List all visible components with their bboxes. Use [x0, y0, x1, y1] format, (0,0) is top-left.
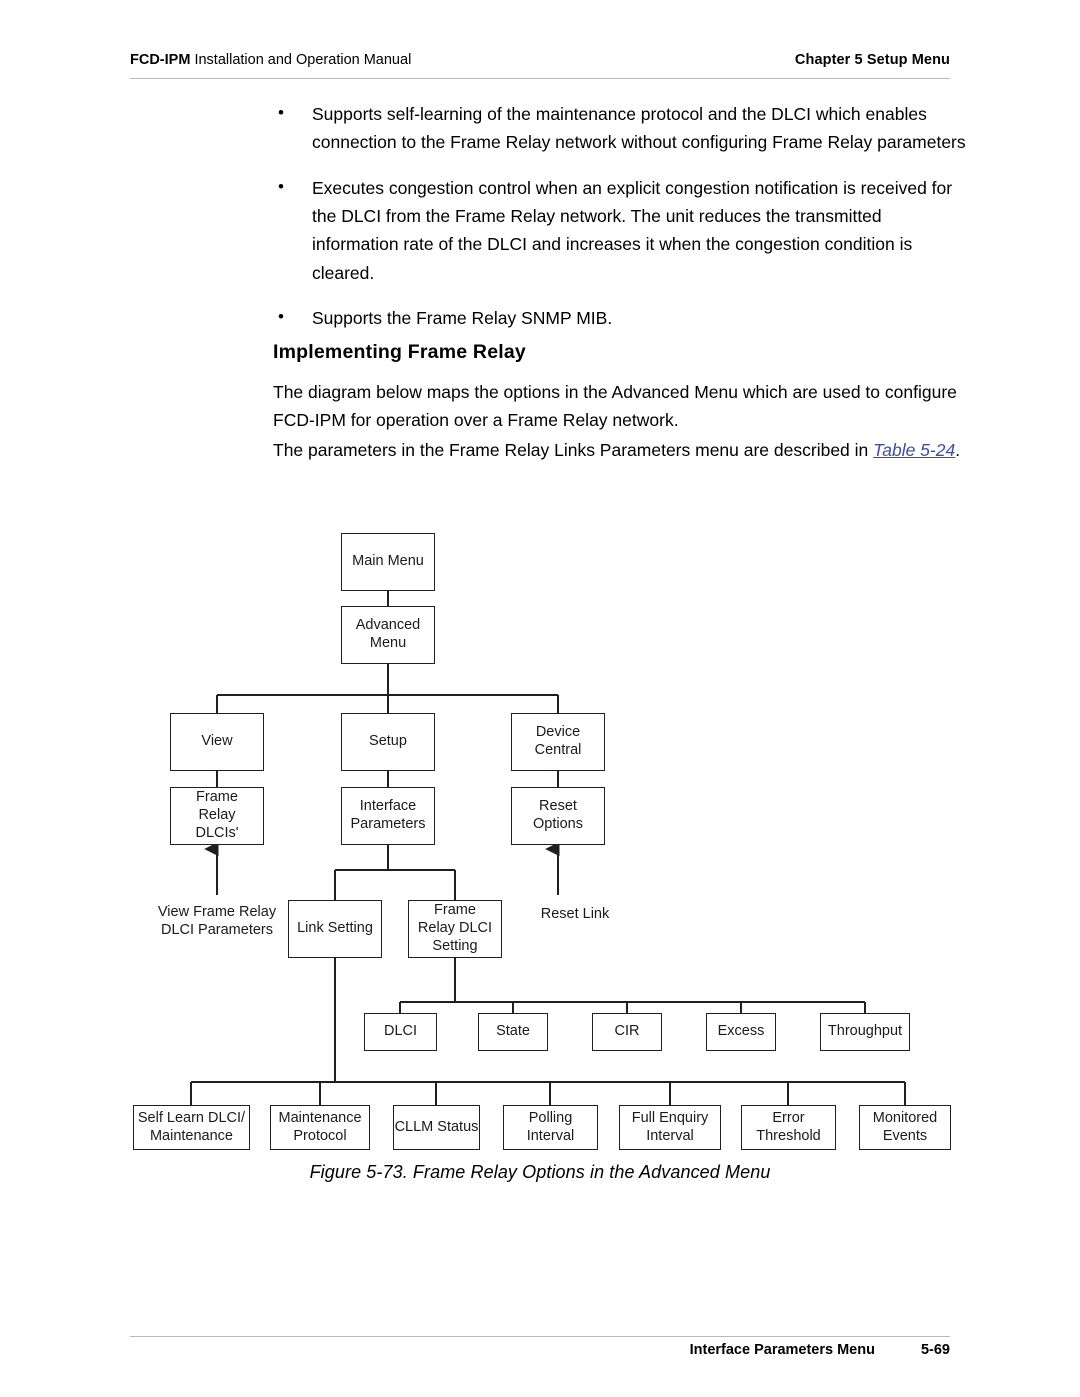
diagram-node-label: Throughput: [827, 1023, 903, 1040]
diagram-node-interface-parameters: Interface Parameters: [341, 787, 435, 845]
diagram-label-view-frame-relay-dlci-parameters: View Frame Relay DLCI Parameters: [157, 904, 277, 939]
diagram-node-label: Excess: [717, 1023, 765, 1040]
diagram-node-label: Advanced Menu: [355, 617, 421, 651]
diagram-node-label: Reset Options: [533, 798, 583, 832]
diagram-node-label: View: [201, 733, 233, 750]
list-item: • Executes congestion control when an ex…: [270, 174, 970, 287]
bullet-marker-icon: •: [278, 103, 284, 122]
diagram-node-label: CLLM Status: [394, 1118, 479, 1135]
diagram-node-label: Full Enquiry Interval: [631, 1109, 709, 1144]
header-chapter: Chapter 5 Setup Menu: [794, 52, 950, 68]
bullet-list: • Supports self-learning of the maintena…: [270, 100, 970, 349]
header-manual-title: FCD-IPM Installation and Operation Manua…: [130, 52, 411, 68]
diagram-node-label: Main Menu: [352, 553, 424, 570]
diagram-node-label: Device Central: [534, 724, 582, 758]
diagram-node-excess: Excess: [706, 1013, 776, 1051]
diagram-node-device-central: Device Central: [511, 713, 605, 771]
bullet-text: Supports self-learning of the maintenanc…: [312, 104, 966, 153]
footer-section-title: Interface Parameters Menu: [689, 1342, 875, 1358]
diagram-node-label: Setup: [369, 733, 407, 750]
page-number: 5-69: [920, 1342, 950, 1358]
diagram-node-advanced-menu: Advanced Menu: [341, 606, 435, 664]
section-paragraph-2: The parameters in the Frame Relay Links …: [273, 436, 973, 464]
diagram-node-label: Error Threshold: [756, 1109, 821, 1144]
diagram-node-label: State: [496, 1023, 530, 1040]
diagram-node-label: DLCI: [383, 1023, 418, 1040]
paragraph-2-tail: .: [955, 440, 961, 460]
diagram-label-reset-link: Reset Link: [540, 906, 610, 922]
diagram-node-label: CIR: [614, 1023, 640, 1040]
diagram-node-frame-relay-dlcis: Frame Relay DLCIs': [170, 787, 264, 845]
diagram-node-label: Monitored Events: [872, 1109, 938, 1144]
diagram-node-dlci: DLCI: [364, 1013, 437, 1051]
list-item: • Supports self-learning of the maintena…: [270, 100, 970, 157]
bullet-marker-icon: •: [278, 307, 284, 327]
diagram-node-throughput: Throughput: [820, 1013, 910, 1051]
diagram-node-setup: Setup: [341, 713, 435, 771]
diagram-node-self-learn-dlci: Self Learn DLCI/Maintenance: [133, 1105, 250, 1150]
header-product-name: FCD-IPM: [130, 52, 191, 68]
page-footer: Interface Parameters Menu 5-69: [130, 1342, 950, 1358]
diagram-node-label: Link Setting: [297, 920, 373, 937]
footer-divider: [130, 1336, 950, 1337]
diagram-node-state: State: [478, 1013, 548, 1051]
diagram-node-polling-interval: Polling Interval: [503, 1105, 598, 1150]
diagram-node-cllm-status: CLLM Status: [393, 1105, 480, 1150]
diagram-node-maintenance-protocol: Maintenance Protocol: [270, 1105, 370, 1150]
list-item: • Supports the Frame Relay SNMP MIB.: [270, 304, 970, 332]
diagram-node-frame-relay-dlci-setting: Frame Relay DLCI Setting: [408, 900, 502, 958]
diagram-node-error-threshold: Error Threshold: [741, 1105, 836, 1150]
diagram-node-link-setting: Link Setting: [288, 900, 382, 958]
header-divider: [130, 78, 950, 79]
diagram-node-label: Frame Relay DLCI Setting: [417, 902, 493, 954]
diagram-node-label: Interface Parameters: [350, 798, 426, 832]
diagram-node-full-enquiry-interval: Full Enquiry Interval: [619, 1105, 721, 1150]
diagram-node-label: Frame Relay DLCIs': [195, 789, 239, 841]
bullet-text: Supports the Frame Relay SNMP MIB.: [312, 308, 613, 329]
diagram-node-label: Maintenance Protocol: [278, 1109, 362, 1144]
diagram-node-cir: CIR: [592, 1013, 662, 1051]
bullet-text: Executes congestion control when an expl…: [312, 177, 953, 283]
diagram-node-main-menu: Main Menu: [341, 533, 435, 591]
diagram-node-reset-options: Reset Options: [511, 787, 605, 845]
header-manual-subtitle: Installation and Operation Manual: [190, 52, 412, 68]
diagram-node-label: Polling Interval: [526, 1109, 575, 1144]
page-header: FCD-IPM Installation and Operation Manua…: [130, 52, 950, 68]
diagram-node-view: View: [170, 713, 264, 771]
section-heading: Implementing Frame Relay: [273, 341, 526, 363]
bullet-marker-icon: •: [278, 176, 284, 196]
paragraph-2-lead: The parameters in the Frame Relay Links …: [273, 440, 874, 460]
diagram-node-label: Self Learn DLCI/Maintenance: [137, 1109, 246, 1144]
diagram-node-monitored-events: Monitored Events: [859, 1105, 951, 1150]
figure-caption: Figure 5-73. Frame Relay Options in the …: [309, 1162, 771, 1182]
table-cross-reference-link[interactable]: Table 5-24: [873, 440, 955, 460]
section-paragraph-1: The diagram below maps the options in th…: [273, 382, 957, 431]
